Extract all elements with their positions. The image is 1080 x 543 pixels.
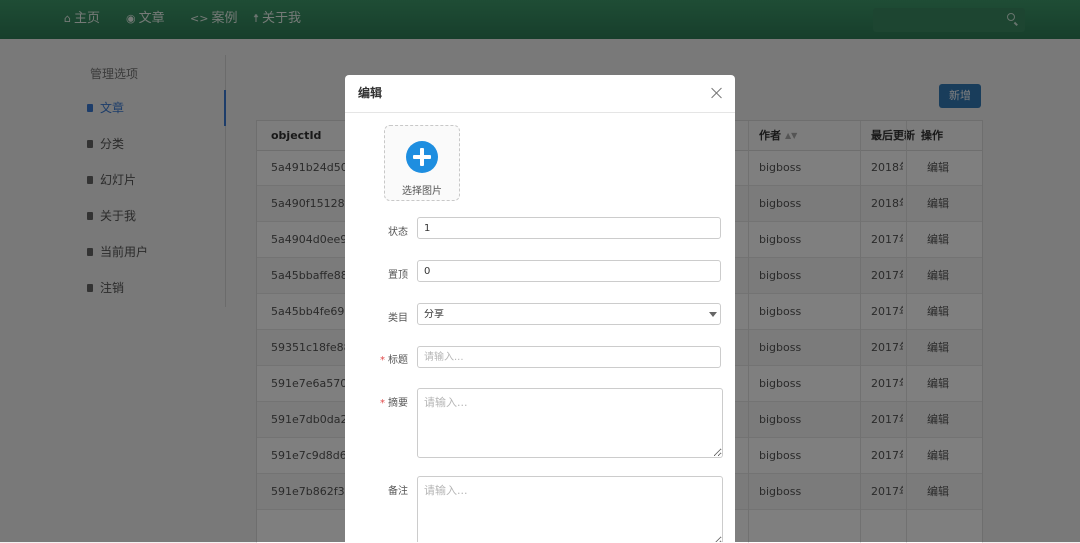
edit-dialog: 编辑 选择图片 状态 置顶 类目 分享 *标题 *摘要 备注 bbox=[345, 75, 735, 542]
summary-label-text: 摘要 bbox=[388, 398, 408, 409]
top-label: 置顶 bbox=[388, 270, 408, 281]
dialog-header: 编辑 bbox=[345, 75, 735, 113]
status-label: 状态 bbox=[388, 227, 408, 238]
dialog-title: 编辑 bbox=[358, 86, 383, 100]
title-field[interactable] bbox=[417, 346, 721, 368]
required-marker: * bbox=[380, 355, 385, 366]
title-label: * 标题 bbox=[345, 351, 408, 366]
title-label-text: 标题 bbox=[388, 355, 408, 366]
note-textarea[interactable] bbox=[417, 476, 723, 542]
summary-textarea[interactable] bbox=[417, 388, 723, 458]
category-select[interactable]: 分享 bbox=[417, 303, 721, 325]
status-field[interactable] bbox=[417, 217, 721, 239]
image-upload[interactable]: 选择图片 bbox=[384, 125, 460, 201]
close-icon[interactable] bbox=[711, 87, 723, 99]
required-marker: * bbox=[380, 398, 385, 409]
upload-label: 选择图片 bbox=[402, 186, 442, 197]
summary-label: * 摘要 bbox=[345, 394, 408, 409]
category-label: 类目 bbox=[388, 313, 408, 324]
chevron-down-icon[interactable] bbox=[709, 312, 717, 317]
top-field[interactable] bbox=[417, 260, 721, 282]
note-label: 备注 bbox=[388, 486, 408, 497]
plus-circle-icon bbox=[406, 141, 438, 173]
